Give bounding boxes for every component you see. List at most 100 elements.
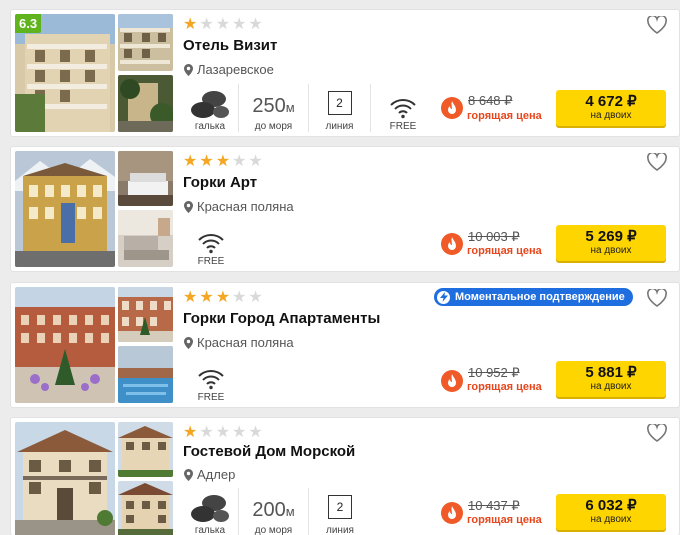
heart-icon[interactable] [647,16,667,34]
hotel-features: FREE [179,355,243,403]
distance-label: до моря [254,525,293,535]
fire-icon [441,502,463,524]
hotel-list: 6.3 ★ ★ ★ ★ ★ Отель Визит Лазаревское галька [0,0,680,535]
star-icon: ★ [232,287,247,306]
beach-label: галька [194,525,226,535]
hotel-name[interactable]: Горки Арт [183,174,257,191]
price-button[interactable]: 5 269 ₽ на двоих [556,225,666,261]
wifi-icon [390,99,416,119]
hotel-name[interactable]: Отель Визит [183,37,277,54]
hotel-main-photo[interactable] [15,287,115,403]
instant-confirmation-badge: Моментальное подтверждение [434,288,633,306]
star-icon: ★ [183,287,198,306]
price-value: 4 672 ₽ [585,93,637,110]
hotel-thumb[interactable] [118,422,173,477]
location-text: Адлер [197,467,236,482]
old-price: 8 648 ₽ [468,93,513,108]
price-button[interactable]: 5 881 ₽ на двоих [556,361,666,397]
price-value: 5 269 ₽ [585,228,637,245]
hotel-card[interactable]: 6.3 ★ ★ ★ ★ ★ Отель Визит Лазаревское галька [11,10,679,136]
old-price: 10 952 ₽ [468,365,520,380]
map-pin-icon [184,200,193,213]
distance-value: 250 [252,95,286,117]
hotel-name[interactable]: Гостевой Дом Морской [183,443,355,460]
star-icon: ★ [215,151,231,170]
hotel-main-photo[interactable] [15,422,115,535]
distance-unit: м [285,100,295,115]
badge-label: Моментальное подтверждение [455,291,625,303]
hotel-thumb[interactable] [118,75,173,132]
hotel-location: Красная поляна [184,199,294,214]
price-note: на двоих [590,514,632,525]
feature-distance: 250м до моря [239,84,309,132]
distance-unit: м [285,504,295,519]
star-icon: ★ [248,287,263,306]
hotel-thumb[interactable] [118,14,173,71]
location-text: Красная поляна [197,199,294,214]
fire-icon [441,233,463,255]
hotel-thumb[interactable] [118,287,173,342]
wifi-icon [198,370,224,390]
star-icon: ★ [232,151,247,170]
price-button[interactable]: 6 032 ₽ на двоих [556,494,666,530]
pebble-icon [191,495,229,522]
hotel-thumb[interactable] [118,151,173,206]
price-note: на двоих [590,245,632,256]
star-rating: ★ ★ ★ ★ ★ [183,289,263,305]
hotel-features: галька 200м до моря 2 линия [179,488,371,535]
feature-wifi: FREE [371,84,435,132]
star-icon: ★ [215,422,231,441]
star-rating: ★ ★ ★ ★ ★ [183,16,263,32]
old-price: 10 437 ₽ [468,498,520,513]
feature-line: 2 линия [309,84,371,132]
hotel-thumb[interactable] [118,210,173,267]
line-number: 2 [327,91,352,115]
star-icon: ★ [199,151,214,170]
star-icon: ★ [232,14,247,33]
hotel-card[interactable]: ★ ★ ★ ★ ★ Моментальное подтверждение Горки Г… [11,283,679,407]
star-icon: ★ [248,151,263,170]
map-pin-icon [184,468,193,481]
feature-beach: галька [179,84,239,132]
heart-icon[interactable] [647,424,667,442]
distance-label: до моря [254,121,293,132]
hot-price-label: горящая цена [467,381,542,393]
wifi-label: FREE [197,256,225,267]
star-icon: ★ [199,14,214,33]
star-icon: ★ [183,151,198,170]
star-icon: ★ [215,287,231,306]
price-button[interactable]: 4 672 ₽ на двоих [556,90,666,126]
hotel-name[interactable]: Горки Город Апартаменты [183,310,380,327]
price-note: на двоих [590,110,632,121]
heart-icon[interactable] [647,289,667,307]
wifi-icon [198,234,224,254]
hotel-location: Адлер [184,467,235,482]
old-price: 10 003 ₽ [468,229,520,244]
hotel-card[interactable]: ★ ★ ★ ★ ★ Горки Арт Красная поляна FREE 10 0… [11,147,679,271]
star-rating: ★ ★ ★ ★ ★ [183,153,263,169]
line-label: линия [325,121,354,132]
map-pin-icon [184,63,193,76]
feature-distance: 200м до моря [239,488,309,535]
feature-wifi: FREE [179,219,243,267]
heart-icon[interactable] [647,153,667,171]
line-number: 2 [328,495,352,519]
hotel-card[interactable]: ★ ★ ★ ★ ★ Гостевой Дом Морской Адлер галька … [11,418,679,535]
feature-beach: галька [179,488,239,535]
location-text: Красная поляна [197,335,294,350]
hot-price-label: горящая цена [467,245,542,257]
price-value: 5 881 ₽ [585,364,637,381]
wifi-label: FREE [197,392,225,403]
distance-value: 200 [252,499,286,521]
hotel-location: Лазаревское [184,62,274,77]
star-icon: ★ [199,422,214,441]
feature-wifi: FREE [179,355,243,403]
hotel-main-photo[interactable] [15,151,115,267]
star-icon: ★ [215,14,231,33]
hotel-thumb[interactable] [118,481,173,535]
star-icon: ★ [248,14,263,33]
fire-icon [441,97,463,119]
hotel-thumb[interactable] [118,346,173,403]
hotel-main-photo[interactable]: 6.3 [15,14,115,132]
hot-price-label: горящая цена [467,110,542,122]
